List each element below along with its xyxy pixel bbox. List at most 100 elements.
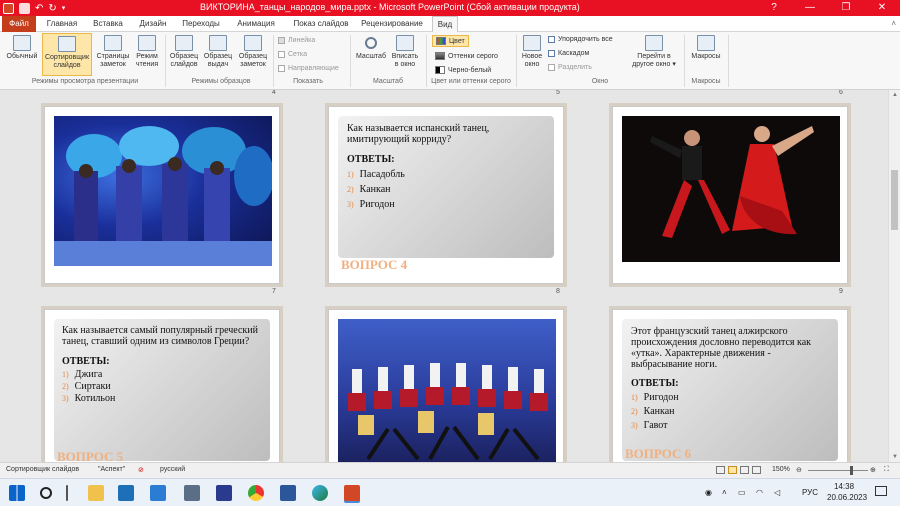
ruler-checkbox[interactable]: Линейка xyxy=(278,37,315,44)
answer-item: 3) Котильон xyxy=(62,393,116,404)
slide-11-thumbnail[interactable] xyxy=(328,309,564,462)
fit-to-window-button[interactable]: Вписать в окно xyxy=(389,35,421,69)
slide-10-thumbnail[interactable]: Как называется самый популярный гречески… xyxy=(44,309,280,462)
scroll-down-arrow-icon[interactable]: ▼ xyxy=(892,454,898,460)
mail-icon[interactable] xyxy=(150,485,166,501)
language-status[interactable]: русский xyxy=(160,466,185,473)
floppy-save-app-icon[interactable] xyxy=(216,485,232,501)
vertical-scrollbar[interactable]: ▲ ▼ xyxy=(888,90,900,462)
windows-start-icon[interactable] xyxy=(9,485,25,501)
clock-date[interactable]: 20.06.2023 xyxy=(827,493,867,502)
tab-file[interactable]: Файл xyxy=(2,16,36,32)
tab-slideshow[interactable]: Показ слайдов xyxy=(288,16,354,32)
input-language[interactable]: РУС xyxy=(802,488,818,497)
answer-item: 3) Ригодон xyxy=(347,199,395,210)
tab-review[interactable]: Рецензирование xyxy=(358,16,426,32)
arrange-all-icon xyxy=(548,36,555,43)
restore-button[interactable]: ❐ xyxy=(828,0,864,16)
show-hidden-icons-icon[interactable]: ˄ xyxy=(722,488,727,497)
clock-time[interactable]: 14:38 xyxy=(834,482,854,491)
file-explorer-icon[interactable] xyxy=(88,485,104,501)
minimize-button[interactable]: — xyxy=(792,0,828,16)
powerpoint-taskbar-icon[interactable] xyxy=(344,485,360,501)
close-button[interactable]: ✕ xyxy=(864,0,900,16)
notifications-icon[interactable] xyxy=(875,486,887,496)
macros-button[interactable]: Макросы xyxy=(688,35,724,61)
tab-design[interactable]: Дизайн xyxy=(134,16,172,32)
zoom-in-icon[interactable]: ⊕ xyxy=(870,466,876,474)
notes-master-icon xyxy=(244,35,262,51)
normal-view-shortcut-icon[interactable] xyxy=(716,466,725,474)
arrange-all-button[interactable]: Упорядочить все xyxy=(548,36,613,43)
slide-12-thumbnail[interactable]: Этот французский танец алжирского происх… xyxy=(612,309,848,462)
zoom-button[interactable]: Масштаб xyxy=(354,35,388,61)
sorter-view-shortcut-icon[interactable] xyxy=(728,466,737,474)
zoom-out-icon[interactable]: ⊖ xyxy=(796,466,802,474)
split-button[interactable]: Разделить xyxy=(548,64,592,71)
normal-view-button[interactable]: Обычный xyxy=(3,35,41,61)
ribbon-tabs: Файл Главная Вставка Дизайн Переходы Ани… xyxy=(0,16,900,33)
grayscale-button[interactable]: Оттенки серого xyxy=(435,52,498,60)
cascade-button[interactable]: Каскадом xyxy=(548,50,589,57)
slide-sorter-icon xyxy=(58,36,76,52)
magnifier-icon xyxy=(365,37,377,49)
tab-view[interactable]: Вид xyxy=(432,16,458,33)
help-icon[interactable]: ? xyxy=(756,0,792,16)
notes-page-button[interactable]: Страницы заметок xyxy=(95,35,131,69)
grid-checkbox[interactable]: Сетка xyxy=(278,51,307,58)
black-white-button[interactable]: Черно-белый xyxy=(435,66,491,74)
answer-item: 1) Ригодон xyxy=(631,392,679,403)
network-icon[interactable]: ▭ xyxy=(738,488,746,497)
search-icon[interactable] xyxy=(40,487,52,499)
task-view-icon[interactable] xyxy=(66,485,68,501)
volume-icon[interactable]: ◁ xyxy=(774,488,780,497)
scrollbar-thumb[interactable] xyxy=(891,170,898,230)
customize-qat-icon[interactable]: ▾ xyxy=(62,4,66,12)
slideshow-shortcut-icon[interactable] xyxy=(752,466,761,474)
switch-windows-button[interactable]: Перейти в другое окно ▾ xyxy=(626,35,682,69)
reading-view-shortcut-icon[interactable] xyxy=(740,466,749,474)
pasodoble-dancers-image xyxy=(622,116,840,262)
color-button[interactable]: Цвет xyxy=(432,35,469,47)
macros-icon xyxy=(697,35,715,51)
help-tray-icon[interactable]: ◉ xyxy=(705,488,712,497)
slide-7-thumbnail[interactable] xyxy=(44,106,280,284)
slide-sorter-button[interactable]: Сортировщик слайдов xyxy=(42,33,92,76)
notes-master-button[interactable]: Образец заметок xyxy=(236,35,270,69)
handout-master-button[interactable]: Образец выдач xyxy=(202,35,234,69)
tab-animations[interactable]: Анимация xyxy=(230,16,282,32)
tab-insert[interactable]: Вставка xyxy=(88,16,128,32)
question-number-label: ВОПРОС 5 xyxy=(57,449,124,462)
chrome-icon[interactable] xyxy=(248,485,264,501)
theme-status[interactable]: "Аспект" xyxy=(98,466,125,473)
tab-transitions[interactable]: Переходы xyxy=(178,16,224,32)
zoom-slider-thumb[interactable] xyxy=(850,466,853,475)
edge-icon[interactable] xyxy=(312,485,328,501)
windows-taskbar: ◉ ˄ ▭ ◠ ◁ РУС 14:38 20.06.2023 xyxy=(0,478,900,506)
zoom-percent[interactable]: 150% xyxy=(772,466,790,473)
reading-view-button[interactable]: Режим чтения xyxy=(132,35,162,69)
redo-icon[interactable]: ↻ xyxy=(48,3,56,14)
wifi-icon[interactable]: ◠ xyxy=(756,488,763,497)
collapse-ribbon-icon[interactable]: ˄ xyxy=(891,19,896,28)
store-icon[interactable] xyxy=(118,485,134,501)
calendar-icon[interactable] xyxy=(184,485,200,501)
scroll-up-arrow-icon[interactable]: ▲ xyxy=(892,92,898,98)
guides-checkbox[interactable]: Направляющие xyxy=(278,65,339,72)
slide-8-thumbnail[interactable]: Как называется испанский танец, имитирую… xyxy=(328,106,564,284)
undo-icon[interactable]: ↶ xyxy=(35,3,43,14)
word-icon[interactable] xyxy=(280,485,296,501)
slide-master-icon xyxy=(175,35,193,51)
spellcheck-icon[interactable]: ⊘ xyxy=(138,466,144,474)
fit-slide-icon[interactable]: ⛶ xyxy=(884,466,889,474)
question-text: Этот французский танец алжирского происх… xyxy=(631,326,812,370)
tab-home[interactable]: Главная xyxy=(44,16,80,32)
new-window-button[interactable]: Новое окно xyxy=(518,35,546,69)
slide-9-thumbnail[interactable] xyxy=(612,106,848,284)
view-status: Сортировщик слайдов xyxy=(6,466,80,473)
slide-master-button[interactable]: Образец слайдов xyxy=(168,35,200,69)
powerpoint-app-icon[interactable] xyxy=(3,2,14,14)
save-icon[interactable] xyxy=(19,2,30,14)
title-bar: ↶ ↻ ▾ ВИКТОРИНА_танцы_народов_мира.pptx … xyxy=(0,0,900,16)
zoom-slider[interactable] xyxy=(808,470,868,471)
